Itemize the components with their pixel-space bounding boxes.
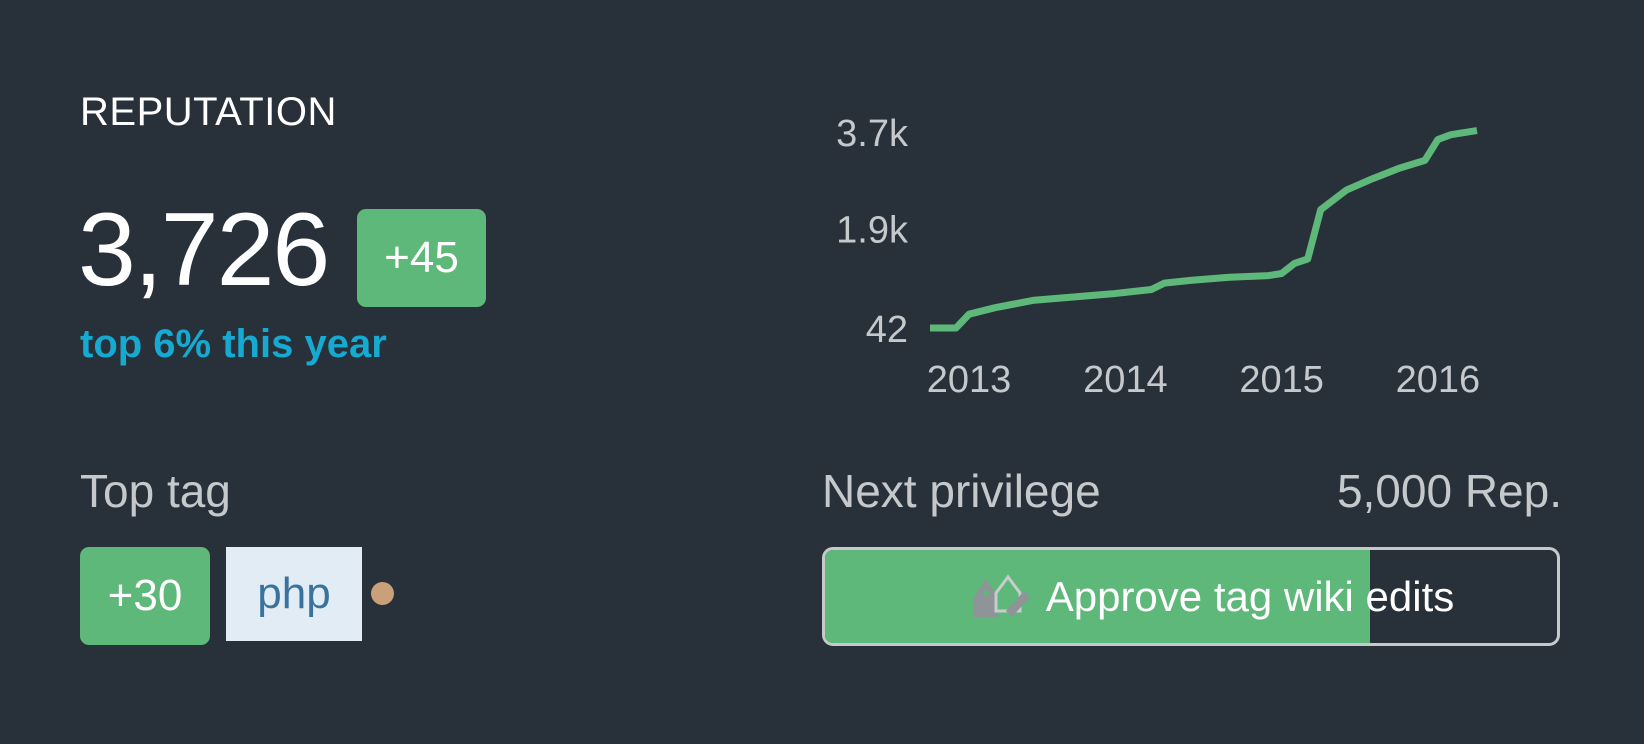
- reputation-series-line: [930, 127, 1478, 332]
- top-tag-score: +30: [80, 547, 210, 645]
- next-privilege-name: Approve tag wiki edits: [1045, 572, 1455, 620]
- top-tag-label: Top tag: [80, 465, 231, 517]
- x-tick-label: 2016: [1396, 359, 1481, 401]
- next-privilege-rep-required: 5,000 Rep.: [1336, 465, 1562, 517]
- reputation-chart: 42 1.9k 3.7k 2013 2014 2015 2016: [836, 113, 1481, 401]
- next-privilege-label: Next privilege: [822, 465, 1101, 517]
- top-tag-chip[interactable]: php: [226, 547, 362, 641]
- reputation-change-badge: +45: [357, 209, 486, 307]
- x-tick-label: 2014: [1083, 359, 1168, 401]
- tag-edit-icon: [973, 574, 1030, 617]
- next-privilege-progress[interactable]: Approve tag wiki edits: [822, 547, 1560, 646]
- x-tick-label: 2013: [927, 359, 1012, 401]
- y-tick-label: 1.9k: [836, 209, 909, 251]
- reputation-rank-text: top 6% this year: [80, 322, 387, 366]
- bronze-badge-dot: [371, 582, 394, 605]
- reputation-value: 3,726: [78, 192, 330, 308]
- y-tick-label: 3.7k: [836, 113, 909, 155]
- y-tick-label: 42: [866, 309, 908, 351]
- reputation-heading: REPUTATION: [80, 90, 337, 134]
- x-tick-label: 2015: [1239, 359, 1324, 401]
